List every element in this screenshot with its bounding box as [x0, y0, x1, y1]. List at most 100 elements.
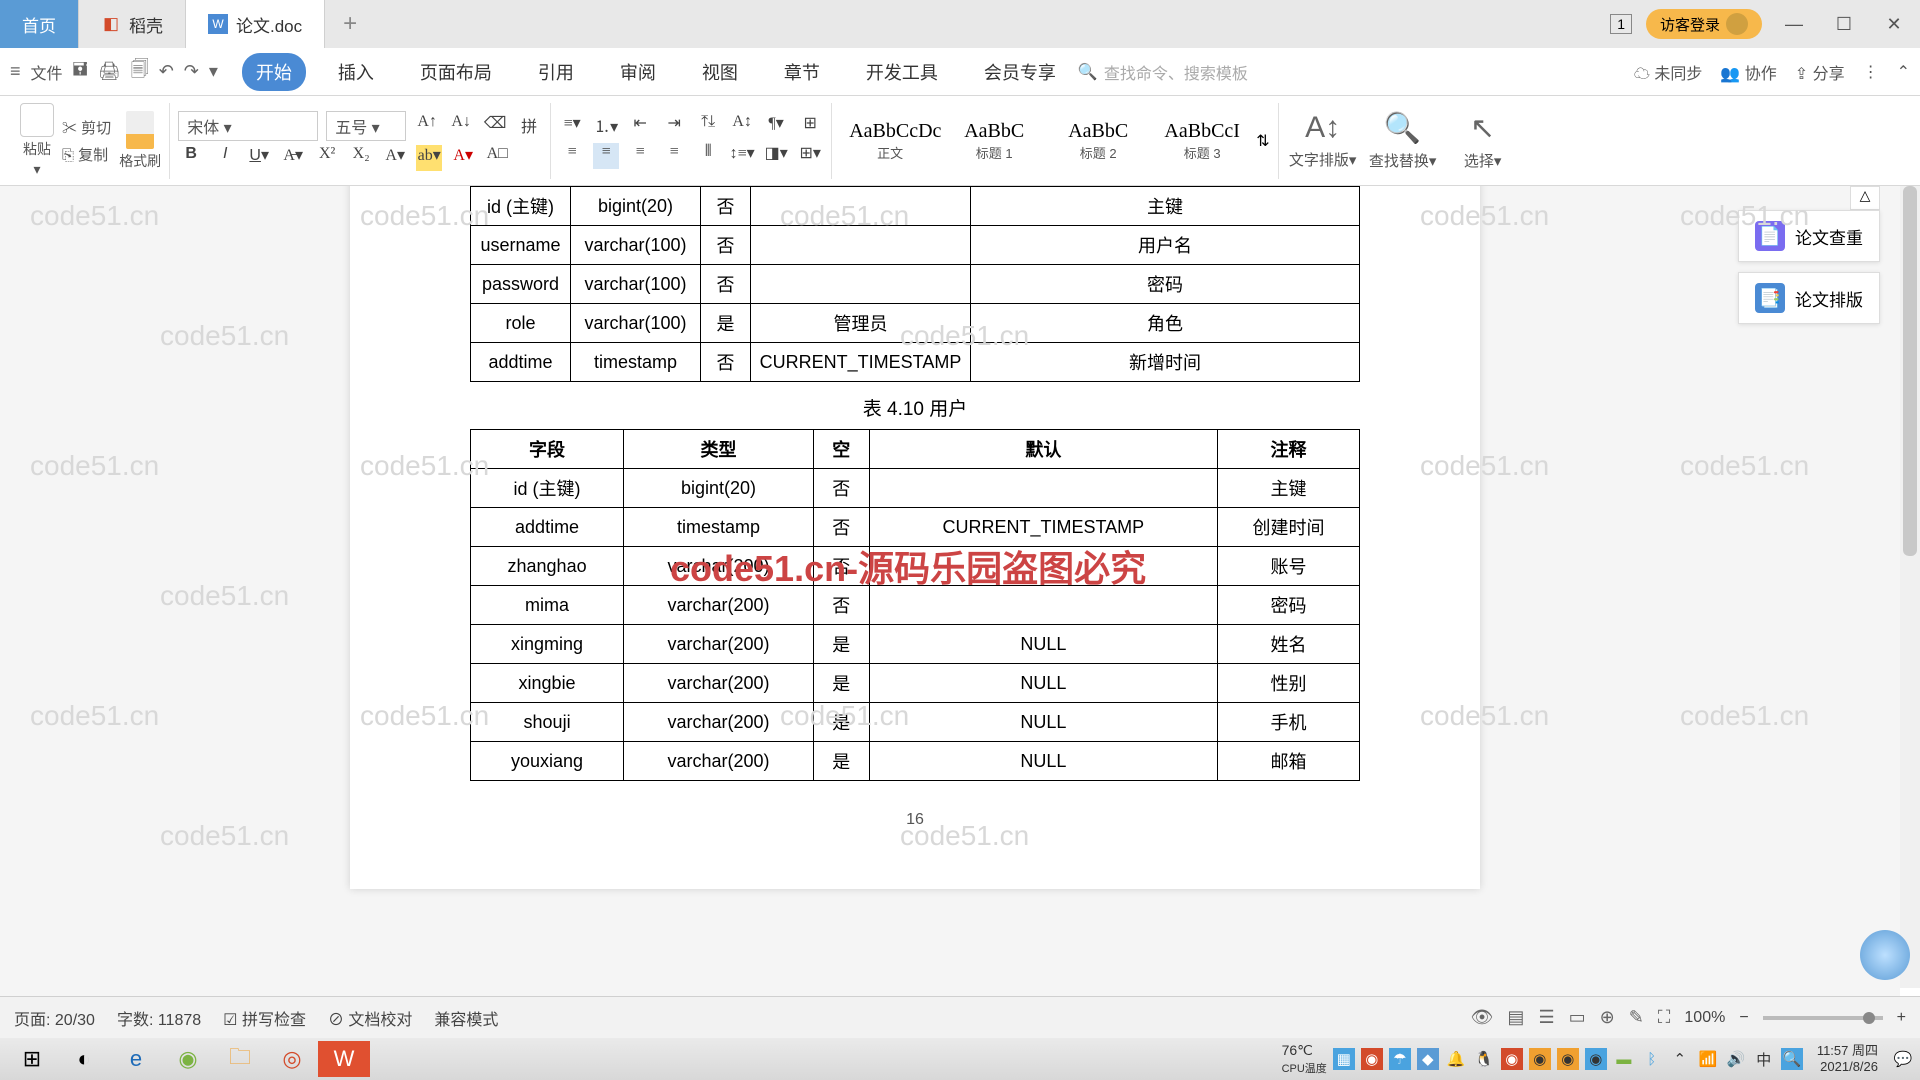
- strike-button[interactable]: A̶▾: [280, 145, 306, 171]
- preview-icon[interactable]: 🗐: [131, 57, 149, 87]
- save-icon[interactable]: 🖬: [73, 57, 88, 87]
- table-header[interactable]: 字段: [471, 430, 624, 469]
- table-cell[interactable]: varchar(100): [571, 265, 701, 304]
- tab-add[interactable]: +: [325, 10, 375, 38]
- table-cell[interactable]: timestamp: [571, 343, 701, 382]
- tab-document[interactable]: W 论文.doc: [186, 0, 325, 48]
- table-header[interactable]: 空: [813, 430, 869, 469]
- count-badge[interactable]: 1: [1610, 14, 1632, 34]
- tray-wifi[interactable]: 📶: [1697, 1048, 1719, 1070]
- table-cell[interactable]: varchar(100): [571, 304, 701, 343]
- undo-icon[interactable]: ↶: [159, 61, 174, 82]
- borders[interactable]: ⊞▾: [797, 143, 823, 169]
- tray-3[interactable]: ☂: [1389, 1048, 1411, 1070]
- table-cell[interactable]: 否: [701, 265, 751, 304]
- scrollbar[interactable]: [1900, 186, 1920, 988]
- more-icon[interactable]: ▾: [209, 61, 218, 82]
- align-justify[interactable]: ≡: [661, 143, 687, 169]
- tray-bluetooth[interactable]: ᛒ: [1641, 1048, 1663, 1070]
- close-button[interactable]: ✕: [1876, 14, 1912, 35]
- cut-button[interactable]: ✂ 剪切: [62, 117, 111, 138]
- table-cell[interactable]: CURRENT_TIMESTAMP: [751, 343, 971, 382]
- tray-search[interactable]: 🔍: [1781, 1048, 1803, 1070]
- web-view[interactable]: ⊕: [1600, 1007, 1615, 1028]
- table-header[interactable]: 注释: [1218, 430, 1360, 469]
- tray-qq[interactable]: 🐧: [1473, 1048, 1495, 1070]
- table-cell[interactable]: varchar(200): [624, 625, 814, 664]
- task-ie[interactable]: e: [110, 1041, 162, 1077]
- table-2[interactable]: 字段类型空默认注释 id (主键)bigint(20)否主键addtimetim…: [470, 429, 1360, 781]
- paper-check[interactable]: 📄论文查重: [1738, 210, 1880, 262]
- start-button[interactable]: ⊞: [6, 1041, 58, 1077]
- collapse-ribbon[interactable]: ⌃: [1897, 62, 1910, 82]
- menu-ref[interactable]: 引用: [524, 53, 588, 91]
- table-cell[interactable]: zhanghao: [471, 547, 624, 586]
- tray-8[interactable]: ◉: [1585, 1048, 1607, 1070]
- table-cell[interactable]: bigint(20): [571, 187, 701, 226]
- table-cell[interactable]: [751, 187, 971, 226]
- superscript[interactable]: X²: [314, 145, 340, 171]
- page-view[interactable]: ▤: [1507, 1007, 1524, 1028]
- highlight-button[interactable]: ab▾: [416, 145, 442, 171]
- table-cell[interactable]: 否: [813, 508, 869, 547]
- table-cell[interactable]: 是: [813, 625, 869, 664]
- select-button[interactable]: ↖选择▾: [1447, 111, 1519, 171]
- page[interactable]: id (主键)bigint(20)否主键usernamevarchar(100)…: [350, 186, 1480, 889]
- italic-button[interactable]: I: [212, 145, 238, 171]
- table-cell[interactable]: password: [471, 265, 571, 304]
- table-cell[interactable]: NULL: [869, 742, 1218, 781]
- edit-icon[interactable]: ✎: [1629, 1007, 1644, 1028]
- shrink-font[interactable]: A↓: [448, 113, 474, 139]
- subscript[interactable]: X₂: [348, 145, 374, 171]
- tray-nvidia[interactable]: ▬: [1613, 1048, 1635, 1070]
- table-cell[interactable]: xingming: [471, 625, 624, 664]
- font-color[interactable]: A▾: [450, 145, 476, 171]
- menu-review[interactable]: 审阅: [606, 53, 670, 91]
- task-cortana[interactable]: ◐: [58, 1041, 110, 1077]
- table-cell[interactable]: [869, 547, 1218, 586]
- outline-view[interactable]: ☰: [1538, 1007, 1554, 1028]
- table-cell[interactable]: xingbie: [471, 664, 624, 703]
- table-cell[interactable]: 账号: [1218, 547, 1360, 586]
- redo-icon[interactable]: ↷: [184, 61, 199, 82]
- textdir-button[interactable]: A↕文字排版▾: [1287, 111, 1359, 170]
- text-direction[interactable]: A↕: [729, 113, 755, 139]
- table-cell[interactable]: [751, 226, 971, 265]
- paste-button[interactable]: 粘贴▾: [20, 103, 54, 178]
- indent[interactable]: ⇥: [661, 113, 687, 139]
- table-cell[interactable]: varchar(200): [624, 664, 814, 703]
- style-h1[interactable]: AaBbC标题 1: [944, 115, 1044, 167]
- paper-format[interactable]: 📑论文排版: [1738, 272, 1880, 324]
- style-more[interactable]: ⇅: [1256, 131, 1269, 151]
- tray-ime[interactable]: 中: [1753, 1048, 1775, 1070]
- share-button[interactable]: ⇪ 分享: [1795, 60, 1845, 84]
- table-cell[interactable]: NULL: [869, 703, 1218, 742]
- fit-icon[interactable]: ⛶: [1658, 1007, 1671, 1028]
- style-h3[interactable]: AaBbCcI标题 3: [1152, 115, 1252, 167]
- copy-button[interactable]: ⎘ 复制: [62, 144, 111, 165]
- word-count[interactable]: 字数: 11878: [117, 1006, 201, 1030]
- task-app1[interactable]: ◎: [266, 1041, 318, 1077]
- table-cell[interactable]: 用户名: [971, 226, 1360, 265]
- page-status[interactable]: 页面: 20/30: [14, 1006, 95, 1030]
- table-cell[interactable]: 新增时间: [971, 343, 1360, 382]
- style-gallery[interactable]: AaBbCcDc正文 AaBbC标题 1 AaBbC标题 2 AaBbCcI标题…: [840, 115, 1269, 167]
- table-cell[interactable]: CURRENT_TIMESTAMP: [869, 508, 1218, 547]
- find-button[interactable]: 🔍查找替换▾: [1367, 111, 1439, 171]
- numbering[interactable]: ⒈▾: [593, 113, 619, 139]
- collapse-panel[interactable]: △: [1850, 186, 1880, 210]
- zoom-in[interactable]: +: [1897, 1009, 1906, 1027]
- tray-up[interactable]: ⌃: [1669, 1048, 1691, 1070]
- table-cell[interactable]: username: [471, 226, 571, 265]
- distribute[interactable]: ⫴: [695, 143, 721, 169]
- minimize-button[interactable]: —: [1776, 14, 1812, 35]
- style-h2[interactable]: AaBbC标题 2: [1048, 115, 1148, 167]
- table-cell[interactable]: 创建时间: [1218, 508, 1360, 547]
- sync-status[interactable]: ☁ 未同步: [1634, 60, 1702, 84]
- tray-notify[interactable]: 🔔: [1445, 1048, 1467, 1070]
- menu-insert[interactable]: 插入: [324, 53, 388, 91]
- search-box[interactable]: 🔍 查找命令、搜索模板: [1078, 60, 1248, 84]
- shading[interactable]: ◨▾: [763, 143, 789, 169]
- char-border[interactable]: A□: [484, 145, 510, 171]
- underline-button[interactable]: U▾: [246, 145, 272, 171]
